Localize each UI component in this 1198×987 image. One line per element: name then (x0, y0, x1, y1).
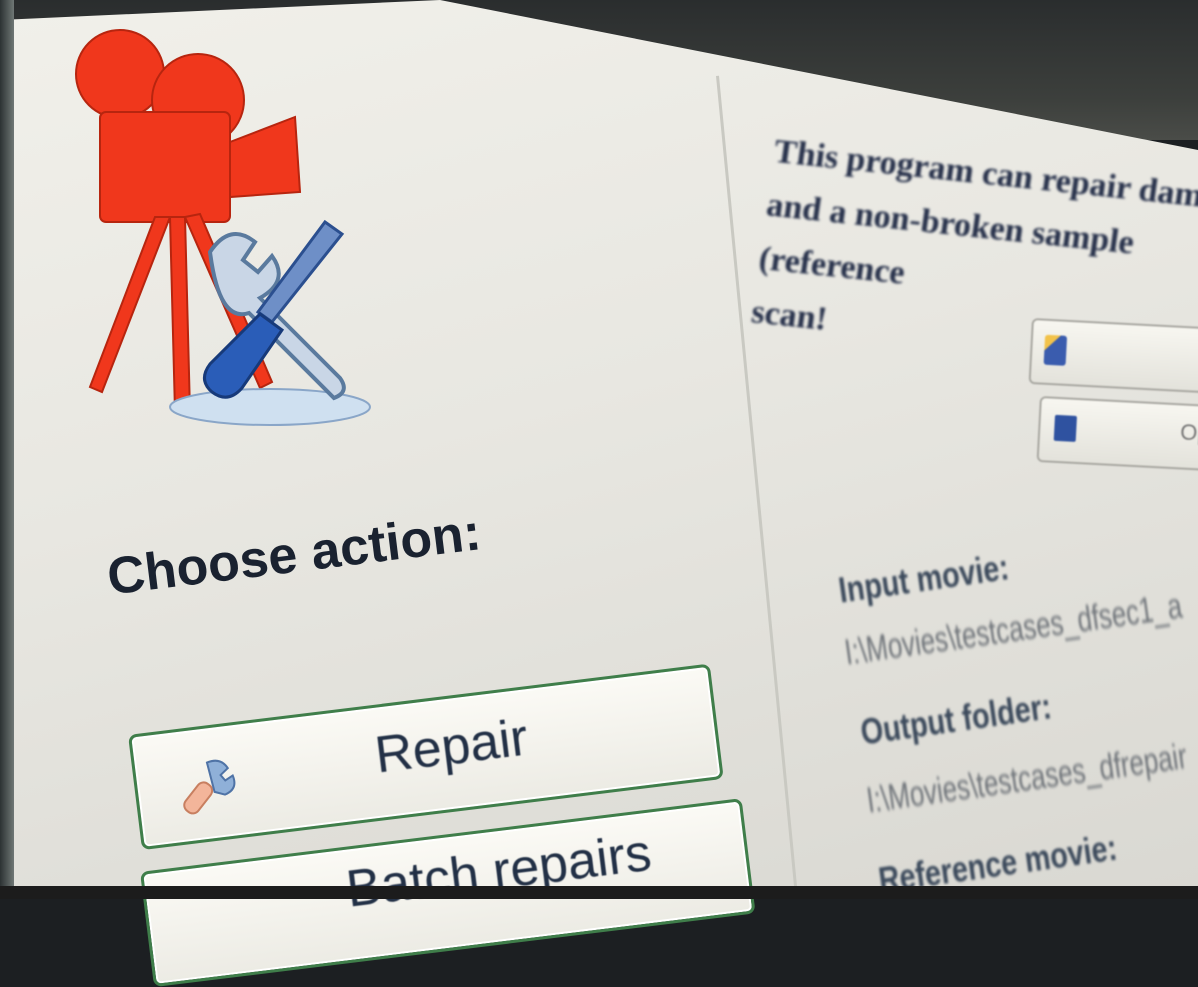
wrench-icon (183, 759, 236, 815)
save-icon (1053, 414, 1078, 442)
screen-bottom-edge (0, 886, 1198, 899)
camera-body (99, 111, 231, 223)
repair-button-label: Repair (371, 708, 531, 785)
movie-camera-with-tools-icon (75, 29, 371, 426)
open-button[interactable]: Op (1036, 396, 1198, 473)
tripod-leg-left (88, 216, 172, 394)
screen-bezel-edge (0, 0, 14, 899)
tripod-leg-center (168, 216, 192, 413)
folder-icon (1043, 334, 1068, 366)
camera-lens (229, 115, 302, 199)
browse-button[interactable] (1028, 318, 1198, 395)
camera-reel-left (75, 29, 165, 119)
open-button-label: Op (1179, 419, 1198, 446)
